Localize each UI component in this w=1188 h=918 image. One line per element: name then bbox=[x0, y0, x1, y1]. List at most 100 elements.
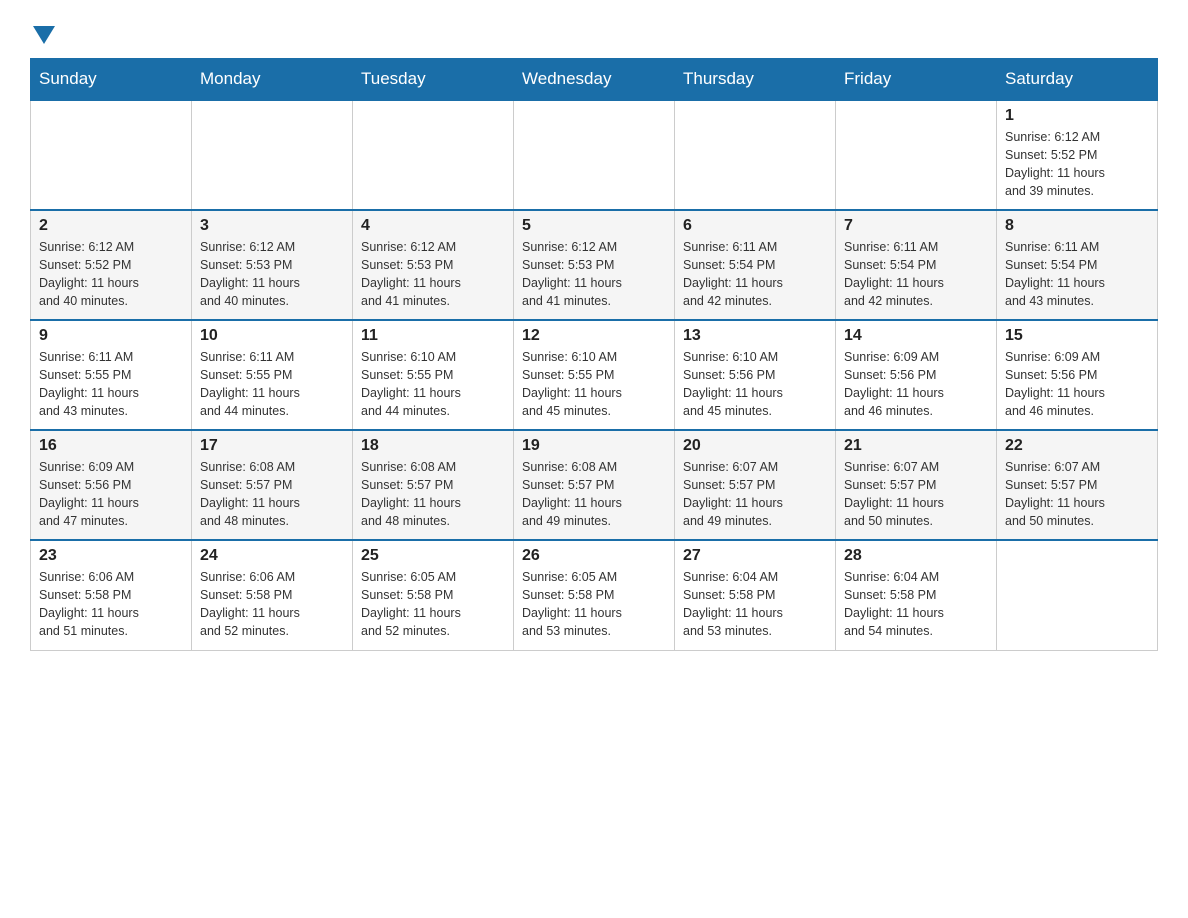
day-number: 18 bbox=[361, 437, 505, 455]
day-sun-info: Sunrise: 6:11 AM Sunset: 5:54 PM Dayligh… bbox=[683, 238, 827, 311]
calendar-day-cell: 14 Sunrise: 6:09 AM Sunset: 5:56 PM Dayli… bbox=[836, 320, 997, 430]
calendar-day-cell: 4 Sunrise: 6:12 AM Sunset: 5:53 PM Daylig… bbox=[353, 210, 514, 320]
calendar-day-cell: 22 Sunrise: 6:07 AM Sunset: 5:57 PM Dayli… bbox=[997, 430, 1158, 540]
day-sun-info: Sunrise: 6:04 AM Sunset: 5:58 PM Dayligh… bbox=[683, 568, 827, 641]
day-sun-info: Sunrise: 6:05 AM Sunset: 5:58 PM Dayligh… bbox=[522, 568, 666, 641]
day-number: 27 bbox=[683, 547, 827, 565]
calendar-day-cell: 26 Sunrise: 6:05 AM Sunset: 5:58 PM Dayli… bbox=[514, 540, 675, 650]
day-sun-info: Sunrise: 6:11 AM Sunset: 5:54 PM Dayligh… bbox=[844, 238, 988, 311]
calendar-day-cell: 12 Sunrise: 6:10 AM Sunset: 5:55 PM Dayli… bbox=[514, 320, 675, 430]
calendar-day-cell: 28 Sunrise: 6:04 AM Sunset: 5:58 PM Dayli… bbox=[836, 540, 997, 650]
calendar-day-cell: 27 Sunrise: 6:04 AM Sunset: 5:58 PM Dayli… bbox=[675, 540, 836, 650]
day-sun-info: Sunrise: 6:12 AM Sunset: 5:53 PM Dayligh… bbox=[361, 238, 505, 311]
calendar-day-cell bbox=[997, 540, 1158, 650]
day-sun-info: Sunrise: 6:12 AM Sunset: 5:53 PM Dayligh… bbox=[200, 238, 344, 311]
calendar-day-cell: 16 Sunrise: 6:09 AM Sunset: 5:56 PM Dayli… bbox=[31, 430, 192, 540]
day-number: 25 bbox=[361, 547, 505, 565]
calendar-week-row: 2 Sunrise: 6:12 AM Sunset: 5:52 PM Daylig… bbox=[31, 210, 1158, 320]
day-number: 23 bbox=[39, 547, 183, 565]
day-sun-info: Sunrise: 6:06 AM Sunset: 5:58 PM Dayligh… bbox=[39, 568, 183, 641]
calendar-day-cell: 3 Sunrise: 6:12 AM Sunset: 5:53 PM Daylig… bbox=[192, 210, 353, 320]
calendar-header-row: SundayMondayTuesdayWednesdayThursdayFrid… bbox=[31, 59, 1158, 101]
day-sun-info: Sunrise: 6:07 AM Sunset: 5:57 PM Dayligh… bbox=[683, 458, 827, 531]
calendar-day-cell: 7 Sunrise: 6:11 AM Sunset: 5:54 PM Daylig… bbox=[836, 210, 997, 320]
day-number: 17 bbox=[200, 437, 344, 455]
day-number: 3 bbox=[200, 217, 344, 235]
calendar-day-cell: 13Sunrise: 6:10 AM Sunset: 5:56 PM Dayli… bbox=[675, 320, 836, 430]
calendar-day-cell bbox=[836, 100, 997, 210]
day-of-week-header: Wednesday bbox=[514, 59, 675, 101]
day-number: 14 bbox=[844, 327, 988, 345]
day-number: 6 bbox=[683, 217, 827, 235]
page-header bbox=[30, 20, 1158, 48]
day-sun-info: Sunrise: 6:09 AM Sunset: 5:56 PM Dayligh… bbox=[844, 348, 988, 421]
calendar-week-row: 9 Sunrise: 6:11 AM Sunset: 5:55 PM Daylig… bbox=[31, 320, 1158, 430]
calendar-week-row: 1 Sunrise: 6:12 AM Sunset: 5:52 PM Daylig… bbox=[31, 100, 1158, 210]
day-number: 16 bbox=[39, 437, 183, 455]
day-number: 21 bbox=[844, 437, 988, 455]
day-sun-info: Sunrise: 6:12 AM Sunset: 5:53 PM Dayligh… bbox=[522, 238, 666, 311]
calendar-week-row: 23 Sunrise: 6:06 AM Sunset: 5:58 PM Dayli… bbox=[31, 540, 1158, 650]
day-number: 19 bbox=[522, 437, 666, 455]
day-sun-info: Sunrise: 6:08 AM Sunset: 5:57 PM Dayligh… bbox=[200, 458, 344, 531]
day-number: 28 bbox=[844, 547, 988, 565]
calendar-day-cell: 5Sunrise: 6:12 AM Sunset: 5:53 PM Daylig… bbox=[514, 210, 675, 320]
calendar-day-cell: 24 Sunrise: 6:06 AM Sunset: 5:58 PM Dayli… bbox=[192, 540, 353, 650]
day-number: 12 bbox=[522, 327, 666, 345]
day-of-week-header: Sunday bbox=[31, 59, 192, 101]
day-sun-info: Sunrise: 6:09 AM Sunset: 5:56 PM Dayligh… bbox=[39, 458, 183, 531]
calendar-day-cell: 19 Sunrise: 6:08 AM Sunset: 5:57 PM Dayli… bbox=[514, 430, 675, 540]
day-number: 20 bbox=[683, 437, 827, 455]
day-sun-info: Sunrise: 6:12 AM Sunset: 5:52 PM Dayligh… bbox=[39, 238, 183, 311]
day-number: 4 bbox=[361, 217, 505, 235]
day-of-week-header: Tuesday bbox=[353, 59, 514, 101]
day-of-week-header: Saturday bbox=[997, 59, 1158, 101]
day-number: 7 bbox=[844, 217, 988, 235]
day-sun-info: Sunrise: 6:08 AM Sunset: 5:57 PM Dayligh… bbox=[522, 458, 666, 531]
calendar-day-cell bbox=[514, 100, 675, 210]
calendar-day-cell: 2 Sunrise: 6:12 AM Sunset: 5:52 PM Daylig… bbox=[31, 210, 192, 320]
calendar-day-cell: 20 Sunrise: 6:07 AM Sunset: 5:57 PM Dayli… bbox=[675, 430, 836, 540]
day-number: 9 bbox=[39, 327, 183, 345]
calendar-day-cell bbox=[675, 100, 836, 210]
calendar-day-cell: 11 Sunrise: 6:10 AM Sunset: 5:55 PM Dayli… bbox=[353, 320, 514, 430]
day-sun-info: Sunrise: 6:09 AM Sunset: 5:56 PM Dayligh… bbox=[1005, 348, 1149, 421]
day-sun-info: Sunrise: 6:11 AM Sunset: 5:55 PM Dayligh… bbox=[39, 348, 183, 421]
day-number: 24 bbox=[200, 547, 344, 565]
day-number: 15 bbox=[1005, 327, 1149, 345]
calendar-day-cell bbox=[31, 100, 192, 210]
day-of-week-header: Friday bbox=[836, 59, 997, 101]
day-number: 1 bbox=[1005, 107, 1149, 125]
calendar-day-cell: 23 Sunrise: 6:06 AM Sunset: 5:58 PM Dayli… bbox=[31, 540, 192, 650]
calendar-day-cell: 6 Sunrise: 6:11 AM Sunset: 5:54 PM Daylig… bbox=[675, 210, 836, 320]
calendar-day-cell: 8Sunrise: 6:11 AM Sunset: 5:54 PM Daylig… bbox=[997, 210, 1158, 320]
calendar-day-cell: 10Sunrise: 6:11 AM Sunset: 5:55 PM Dayli… bbox=[192, 320, 353, 430]
calendar-week-row: 16 Sunrise: 6:09 AM Sunset: 5:56 PM Dayli… bbox=[31, 430, 1158, 540]
day-number: 11 bbox=[361, 327, 505, 345]
calendar-table: SundayMondayTuesdayWednesdayThursdayFrid… bbox=[30, 58, 1158, 651]
calendar-day-cell: 17 Sunrise: 6:08 AM Sunset: 5:57 PM Dayli… bbox=[192, 430, 353, 540]
calendar-day-cell: 1 Sunrise: 6:12 AM Sunset: 5:52 PM Daylig… bbox=[997, 100, 1158, 210]
day-number: 22 bbox=[1005, 437, 1149, 455]
day-sun-info: Sunrise: 6:07 AM Sunset: 5:57 PM Dayligh… bbox=[1005, 458, 1149, 531]
day-sun-info: Sunrise: 6:07 AM Sunset: 5:57 PM Dayligh… bbox=[844, 458, 988, 531]
day-number: 10 bbox=[200, 327, 344, 345]
calendar-day-cell: 9 Sunrise: 6:11 AM Sunset: 5:55 PM Daylig… bbox=[31, 320, 192, 430]
day-of-week-header: Monday bbox=[192, 59, 353, 101]
day-sun-info: Sunrise: 6:12 AM Sunset: 5:52 PM Dayligh… bbox=[1005, 128, 1149, 201]
day-sun-info: Sunrise: 6:08 AM Sunset: 5:57 PM Dayligh… bbox=[361, 458, 505, 531]
calendar-day-cell: 15 Sunrise: 6:09 AM Sunset: 5:56 PM Dayli… bbox=[997, 320, 1158, 430]
calendar-day-cell: 18 Sunrise: 6:08 AM Sunset: 5:57 PM Dayli… bbox=[353, 430, 514, 540]
day-sun-info: Sunrise: 6:10 AM Sunset: 5:55 PM Dayligh… bbox=[522, 348, 666, 421]
day-sun-info: Sunrise: 6:10 AM Sunset: 5:55 PM Dayligh… bbox=[361, 348, 505, 421]
day-sun-info: Sunrise: 6:04 AM Sunset: 5:58 PM Dayligh… bbox=[844, 568, 988, 641]
calendar-day-cell: 25Sunrise: 6:05 AM Sunset: 5:58 PM Dayli… bbox=[353, 540, 514, 650]
calendar-day-cell bbox=[353, 100, 514, 210]
logo-arrow-icon bbox=[33, 26, 55, 48]
day-number: 2 bbox=[39, 217, 183, 235]
day-number: 26 bbox=[522, 547, 666, 565]
day-sun-info: Sunrise: 6:06 AM Sunset: 5:58 PM Dayligh… bbox=[200, 568, 344, 641]
day-sun-info: Sunrise: 6:10 AM Sunset: 5:56 PM Dayligh… bbox=[683, 348, 827, 421]
day-sun-info: Sunrise: 6:11 AM Sunset: 5:54 PM Dayligh… bbox=[1005, 238, 1149, 311]
calendar-day-cell bbox=[192, 100, 353, 210]
